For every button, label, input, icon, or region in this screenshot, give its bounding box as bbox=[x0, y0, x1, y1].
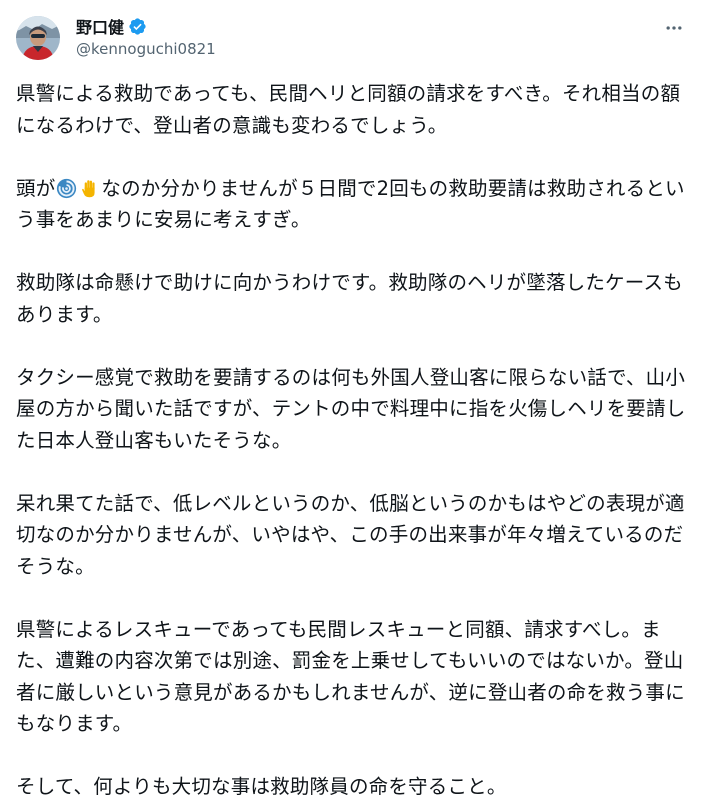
author-handle[interactable]: @kennoguchi0821 bbox=[76, 40, 216, 58]
tweet-paragraph-4: タクシー感覚で救助を要請するのは何も外国人登山客に限らない話で、山小屋の方から聞… bbox=[16, 365, 686, 452]
more-options-button[interactable] bbox=[660, 14, 688, 42]
tweet: 野口健 @kennoguchi0821 県警による救助であっても、民間ヘリと同額… bbox=[0, 0, 702, 798]
tweet-paragraph-5: 呆れ果てた話で、低レベルというのか、低脳というのかもはやどの表現が適切なのか分か… bbox=[16, 491, 685, 578]
tweet-paragraph-6: 県警によるレスキューであっても民間レスキューと同額、請求すべし。また、遭難の内容… bbox=[16, 617, 685, 736]
tweet-paragraph-7: そして、何よりも大切な事は救助隊員の命を守ること。 bbox=[16, 775, 507, 798]
verified-badge-icon[interactable] bbox=[128, 17, 147, 36]
display-name[interactable]: 野口健 bbox=[76, 14, 124, 38]
paragraph-2-start: 頭が bbox=[16, 176, 56, 200]
name-row: 野口健 bbox=[76, 15, 216, 37]
tweet-paragraph-2: 頭が なのか分かりませんが５日間で2回もの救助要請は救助されるという事をあまりに安… bbox=[16, 173, 692, 236]
tweet-paragraph-3: 救助隊は命懸けで助けに向かうわけです。救助隊のヘリが墜落したケースもあります。 bbox=[16, 271, 683, 326]
tweet-paragraph-1: 県警による救助であっても、民間ヘリと同額の請求をすべき。それ相当の額になるわけで… bbox=[16, 82, 681, 137]
avatar[interactable] bbox=[16, 16, 60, 60]
author-block: 野口健 @kennoguchi0821 bbox=[76, 15, 216, 58]
paragraph-2-end: なのか分かりませんが５日間で2回もの救助要請は救助されるという事をあまりに安易に… bbox=[16, 176, 685, 232]
cyclone-emoji-icon bbox=[56, 177, 77, 198]
tweet-header: 野口健 @kennoguchi0821 bbox=[16, 10, 688, 62]
more-horizontal-icon bbox=[666, 26, 682, 30]
raised-hand-emoji-icon bbox=[79, 177, 100, 198]
tweet-text: 県警による救助であっても、民間ヘリと同額の請求をすべき。それ相当の額になるわけで… bbox=[16, 78, 692, 803]
